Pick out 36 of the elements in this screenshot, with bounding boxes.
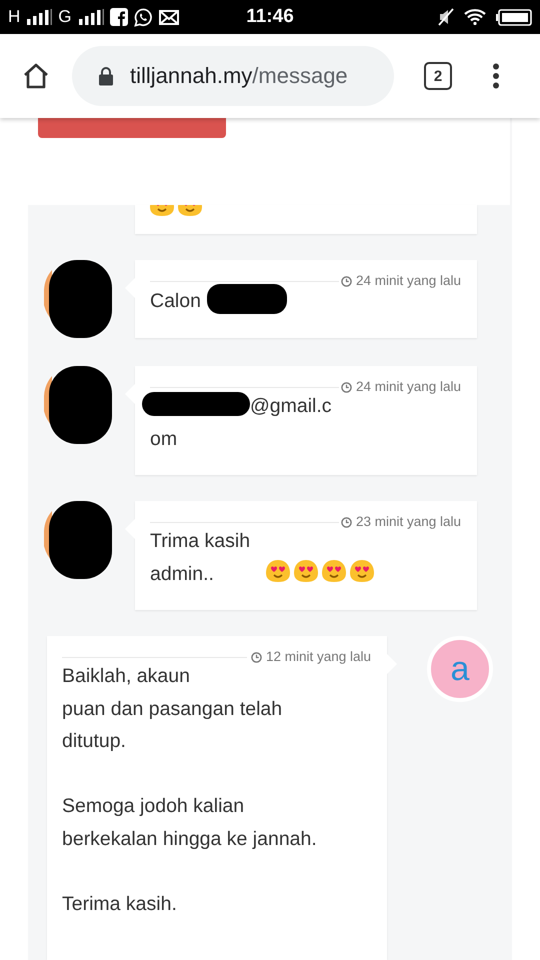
network-type: G	[58, 7, 72, 27]
mail-icon	[158, 8, 179, 26]
message-time: 12 minit yang lalu	[248, 649, 371, 665]
signal-icon	[78, 9, 104, 25]
message-text: Trima kasih admin..	[150, 529, 252, 586]
heart-eyes-emoji-icon	[321, 558, 348, 582]
message-text: om	[150, 426, 178, 452]
clock-time: 11:46	[246, 6, 294, 28]
wifi-icon	[464, 9, 486, 25]
message-time: 24 minit yang lalu	[338, 273, 461, 289]
clock-icon	[340, 516, 352, 528]
heart-eyes-emoji-icon	[265, 558, 292, 582]
heart-eyes-emoji-icon	[293, 558, 320, 582]
address-bar[interactable]: tilljannah.my/message	[72, 46, 394, 106]
menu-icon[interactable]	[492, 63, 500, 89]
whatsapp-icon	[134, 8, 153, 26]
mute-icon	[438, 8, 454, 26]
url-host: tilljannah.my	[130, 63, 252, 89]
clock-icon	[340, 276, 352, 286]
network-type: H	[8, 7, 20, 27]
signal-icon	[26, 9, 52, 25]
avatar: a	[427, 636, 493, 702]
message-time: 23 minit yang lalu	[338, 514, 461, 530]
clock-icon	[250, 652, 262, 662]
message-time: 24 minit yang lalu	[338, 379, 461, 395]
url-path: /message	[252, 63, 348, 89]
home-icon[interactable]	[22, 62, 50, 90]
facebook-icon	[110, 8, 128, 26]
message-text: Baiklah, akaun puan dan pasangan telah ditutup. Semoga jodoh kalian berkekalan hingga ke jannah. Terima kasih.	[62, 665, 317, 914]
battery-icon	[496, 8, 532, 26]
heart-eyes-emoji-icon	[349, 558, 376, 582]
clock-icon	[340, 382, 352, 392]
message-text: @gmail.c	[250, 395, 332, 417]
tab-count-button[interactable]: 2	[424, 62, 452, 90]
lock-icon	[98, 66, 114, 86]
message-text: Calon	[150, 290, 201, 312]
